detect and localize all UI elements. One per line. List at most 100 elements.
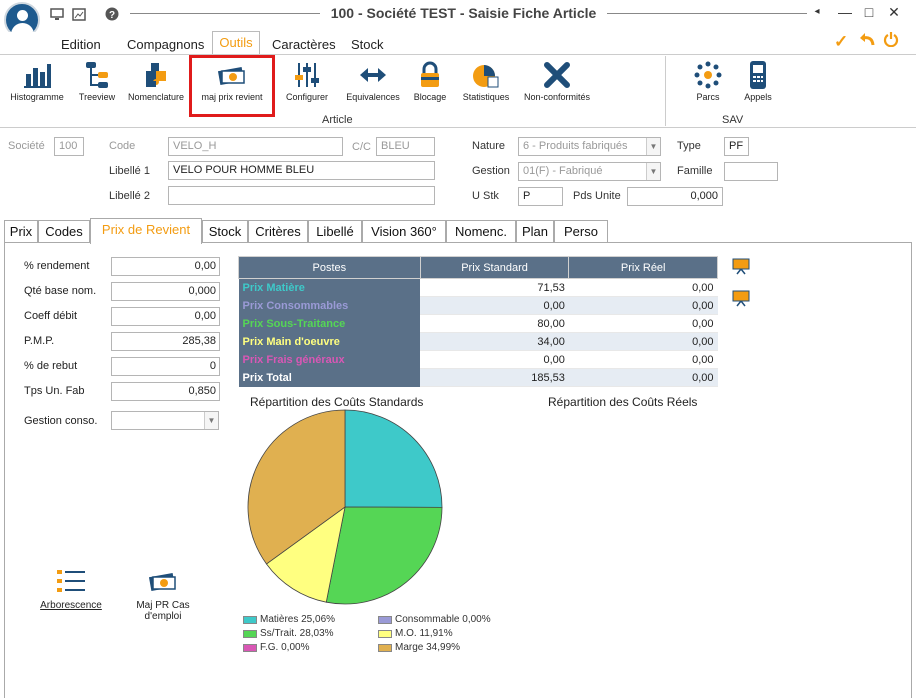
- table-row[interactable]: Prix Total 185,53 0,00: [238, 368, 718, 387]
- sliders-icon: [292, 60, 322, 90]
- table-row[interactable]: Prix Sous-Traitance 80,00 0,00: [238, 314, 718, 333]
- cost-poste-name: Prix Frais généraux: [238, 350, 421, 369]
- phone-icon: [743, 60, 773, 90]
- tps-un-fab-label: Tps Un. Fab: [24, 385, 85, 397]
- type-label: Type: [677, 140, 701, 152]
- presentation-icon[interactable]: [732, 257, 750, 275]
- help-icon[interactable]: ?: [105, 7, 119, 21]
- parcs-button[interactable]: Parcs: [688, 60, 728, 102]
- validate-icon[interactable]: ✓: [834, 32, 848, 52]
- cost-prix-reel: 0,00: [568, 332, 718, 351]
- table-row[interactable]: Prix Frais généraux 0,00 0,00: [238, 350, 718, 369]
- table-row[interactable]: Prix Main d'oeuvre 34,00 0,00: [238, 332, 718, 351]
- cost-prix-standard: 185,53: [420, 368, 569, 387]
- pie-slice-mati-res: [344, 409, 443, 508]
- tab-vision-360[interactable]: Vision 360°: [362, 220, 446, 243]
- tab-plan[interactable]: Plan: [516, 220, 554, 243]
- nomenclature-label: Nomenclature: [127, 92, 185, 102]
- libelle2-field[interactable]: [168, 186, 435, 205]
- blocage-button[interactable]: Blocage: [410, 60, 450, 102]
- legend-item: Marge 34,99%: [378, 642, 460, 653]
- table-row[interactable]: Prix Consommables 0,00 0,00: [238, 296, 718, 315]
- cost-prix-standard: 0,00: [420, 296, 569, 315]
- tab-nomenc[interactable]: Nomenc.: [446, 220, 516, 243]
- cost-table: Postes Prix Standard Prix Réel Prix Mati…: [238, 256, 718, 387]
- cost-prix-reel: 0,00: [568, 368, 718, 387]
- code-field[interactable]: VELO_H: [168, 137, 343, 156]
- arborescence-button[interactable]: Arborescence: [34, 566, 108, 611]
- gestion-value: 01(F) - Fabriqué: [523, 165, 603, 177]
- coeff-debit-field[interactable]: 0,00: [111, 307, 220, 326]
- famille-field[interactable]: [724, 162, 778, 181]
- appels-button[interactable]: Appels: [738, 60, 778, 102]
- power-icon[interactable]: [883, 31, 899, 50]
- undo-icon[interactable]: [858, 30, 876, 51]
- qte-base-field[interactable]: 0,000: [111, 282, 220, 301]
- libelle1-field[interactable]: VELO POUR HOMME BLEU: [168, 161, 435, 180]
- screenshot-icon[interactable]: [72, 7, 86, 21]
- societe-field[interactable]: 100: [54, 137, 84, 156]
- cost-poste-name: Prix Matière: [238, 278, 421, 297]
- tab-perso[interactable]: Perso: [554, 220, 608, 243]
- type-field[interactable]: PF: [724, 137, 749, 156]
- gestion-conso-label: Gestion conso.: [24, 415, 98, 427]
- highlight-box: [189, 55, 275, 117]
- rebut-field[interactable]: 0: [111, 357, 220, 376]
- chevron-down-icon: ▼: [646, 163, 660, 180]
- rendement-field[interactable]: 0,00: [111, 257, 220, 276]
- ustk-field[interactable]: P: [518, 187, 563, 206]
- menu-compagnons[interactable]: Compagnons: [127, 37, 204, 52]
- lock-icon: [415, 60, 445, 90]
- nature-combo[interactable]: 6 - Produits fabriqués ▼: [518, 137, 661, 156]
- maj-pr-cas-emploi-button[interactable]: Maj PR Cas d'emploi: [128, 566, 198, 622]
- gestion-combo[interactable]: 01(F) - Fabriqué ▼: [518, 162, 661, 181]
- arrows-icon: [358, 60, 388, 90]
- gestion-conso-combo[interactable]: ▼: [111, 411, 219, 430]
- non-conformites-button[interactable]: Non-conformités: [518, 60, 596, 102]
- tab-criteres[interactable]: Critères: [248, 220, 308, 243]
- famille-label: Famille: [677, 165, 713, 177]
- tps-un-fab-field[interactable]: 0,850: [111, 382, 220, 401]
- tab-stock[interactable]: Stock: [202, 220, 248, 243]
- libelle1-label: Libellé 1: [109, 165, 150, 177]
- tab-prix-de-revient[interactable]: Prix de Revient: [90, 218, 202, 244]
- nature-label: Nature: [472, 140, 506, 152]
- configurer-button[interactable]: Configurer: [280, 60, 334, 102]
- menu-outils[interactable]: Outils: [212, 31, 260, 55]
- close-button[interactable]: ✕: [885, 3, 903, 21]
- gestion-label: Gestion: [472, 165, 510, 177]
- arborescence-label: Arborescence: [40, 600, 102, 611]
- maximize-button[interactable]: □: [860, 3, 878, 21]
- treeview-button[interactable]: Treeview: [72, 60, 122, 102]
- tab-codes[interactable]: Codes: [38, 220, 90, 243]
- legend-item: Consommable 0,00%: [378, 614, 491, 625]
- menu-stock[interactable]: Stock: [351, 37, 384, 52]
- minimize-button[interactable]: —: [836, 3, 854, 21]
- statistiques-label: Statistiques: [462, 92, 510, 102]
- ribbon-group-sav: SAV: [722, 114, 744, 126]
- menu-caracteres[interactable]: Caractères: [272, 37, 336, 52]
- equivalences-button[interactable]: Equivalences: [342, 60, 404, 102]
- cc-field[interactable]: BLEU: [376, 137, 435, 156]
- histogramme-button[interactable]: Histogramme: [6, 60, 68, 102]
- pdsunite-field[interactable]: 0,000: [627, 187, 723, 206]
- statistiques-button[interactable]: Statistiques: [458, 60, 514, 102]
- cost-prix-reel: 0,00: [568, 350, 718, 369]
- nomenclature-button[interactable]: Nomenclature: [124, 60, 188, 102]
- tab-libelle[interactable]: Libellé: [308, 220, 362, 243]
- table-row[interactable]: Prix Matière 71,53 0,00: [238, 278, 718, 297]
- pmp-label: P.M.P.: [24, 335, 55, 347]
- menu-edition[interactable]: Edition: [61, 37, 101, 52]
- presentation-icon-2[interactable]: [732, 289, 750, 307]
- ribbon-separator: [665, 56, 666, 126]
- cost-poste-name: Prix Sous-Traitance: [238, 314, 421, 333]
- cost-prix-standard: 34,00: [420, 332, 569, 351]
- legend-item: M.O. 11,91%: [378, 628, 453, 639]
- tab-prix[interactable]: Prix: [4, 220, 38, 243]
- treeview-label: Treeview: [78, 92, 116, 102]
- back-icon[interactable]: ◂: [808, 3, 826, 21]
- cost-poste-name: Prix Main d'oeuvre: [238, 332, 421, 351]
- pmp-field[interactable]: 285,38: [111, 332, 220, 351]
- monitor-icon[interactable]: [50, 7, 64, 21]
- configurer-label: Configurer: [285, 92, 329, 102]
